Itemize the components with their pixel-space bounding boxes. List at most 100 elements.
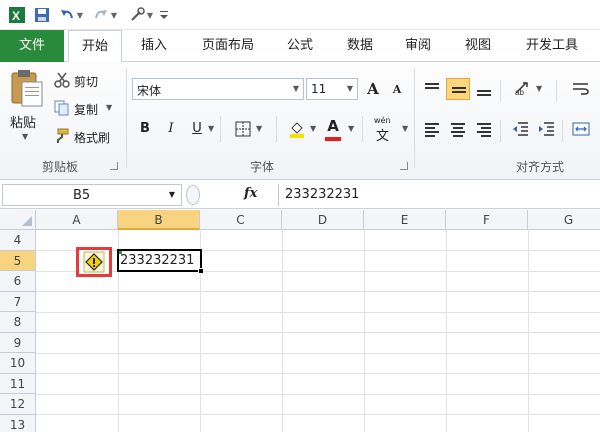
align-left-button[interactable] — [420, 118, 444, 140]
undo-icon — [60, 10, 73, 19]
wrap-text-button[interactable] — [570, 78, 592, 100]
gridline — [36, 414, 600, 415]
align-right-button[interactable] — [472, 118, 496, 140]
row-header-12[interactable]: 12 — [0, 394, 36, 415]
undo-button[interactable]: ▼ — [56, 4, 86, 26]
row-header-7[interactable]: 7 — [0, 291, 36, 312]
font-color-button[interactable]: A — [322, 115, 344, 141]
column-header-e[interactable]: E — [364, 210, 446, 230]
formula-bar-handle[interactable] — [186, 185, 200, 205]
formula-input[interactable]: 233232231 — [278, 184, 596, 206]
font-size-combo[interactable]: 11 ▼ — [306, 78, 358, 100]
row-header-9[interactable]: 9 — [0, 332, 36, 353]
tab-home[interactable]: 开始 — [68, 30, 122, 63]
increase-indent-button[interactable] — [536, 118, 558, 140]
chevron-down-icon: ▼ — [110, 10, 118, 20]
tab-formulas[interactable]: 公式 — [276, 30, 324, 62]
fill-bucket-icon — [290, 122, 304, 138]
align-bottom-button[interactable] — [472, 78, 496, 100]
insert-function-button[interactable]: fx — [244, 186, 257, 201]
cell-b5[interactable]: 233232231 — [117, 249, 202, 272]
tab-file[interactable]: 文件 — [0, 30, 64, 62]
bold-button[interactable]: B — [134, 118, 156, 140]
formula-value: 233232231 — [285, 187, 360, 202]
tab-insert[interactable]: 插入 — [130, 30, 178, 62]
column-header-b[interactable]: B — [118, 210, 200, 230]
chevron-down-icon: ▼ — [536, 84, 543, 93]
merge-center-icon — [572, 122, 590, 136]
copy-button[interactable]: 复制 ▼ — [54, 98, 124, 118]
grow-font-button[interactable]: A — [362, 78, 384, 100]
orientation-button[interactable]: ab — [512, 78, 534, 100]
divider — [276, 116, 277, 142]
copy-label: 复制 — [74, 103, 99, 117]
borders-icon — [235, 121, 251, 137]
phonetic-label: wén — [374, 116, 391, 125]
format-painter-icon — [57, 128, 69, 143]
row-header-4[interactable]: 4 — [0, 230, 36, 251]
chevron-down-icon: ▼ — [310, 124, 317, 133]
chevron-down-icon: ▼ — [208, 124, 215, 133]
row-header-10[interactable]: 10 — [0, 353, 36, 374]
gridline — [36, 352, 600, 354]
font-name-value: 宋体 — [137, 84, 162, 98]
decrease-indent-button[interactable] — [510, 118, 532, 140]
chevron-down-icon: ▼ — [402, 124, 409, 133]
align-middle-button[interactable] — [446, 78, 470, 100]
gridline — [36, 311, 600, 313]
increase-indent-icon — [539, 122, 554, 136]
select-all-corner[interactable] — [0, 210, 36, 230]
align-top-button[interactable] — [420, 78, 444, 100]
row-header-6[interactable]: 6 — [0, 271, 36, 292]
italic-button[interactable]: I — [160, 118, 182, 140]
fill-handle[interactable] — [198, 268, 204, 274]
paste-button[interactable]: 粘贴 ▼ — [6, 66, 48, 146]
column-header-f[interactable]: F — [446, 210, 528, 230]
fill-color-button[interactable] — [286, 118, 308, 140]
merge-center-button[interactable] — [570, 118, 592, 140]
gridline — [36, 373, 600, 374]
borders-button[interactable] — [232, 118, 254, 140]
chevron-down-icon: ▼ — [76, 10, 84, 20]
customize-icon[interactable] — [158, 4, 170, 26]
tools-icon — [131, 7, 145, 21]
tab-developer[interactable]: 开发工具 — [514, 30, 590, 62]
row-header-11[interactable]: 11 — [0, 373, 36, 394]
redo-button[interactable]: ▼ — [90, 4, 120, 26]
tools-button[interactable]: ▼ — [126, 4, 156, 26]
font-name-combo[interactable]: 宋体 ▼ — [132, 78, 304, 100]
format-painter-button[interactable]: 格式刷 — [54, 126, 124, 146]
tab-page-layout[interactable]: 页面布局 — [190, 30, 266, 62]
quick-access-toolbar: X ▼ ▼ ▼ — [0, 0, 600, 30]
tab-review[interactable]: 审阅 — [394, 30, 442, 62]
chevron-down-icon: ▼ — [346, 84, 353, 93]
divider — [500, 120, 501, 142]
font-launcher-icon[interactable] — [400, 162, 408, 170]
align-center-button[interactable] — [446, 118, 470, 140]
row-header-8[interactable]: 8 — [0, 312, 36, 333]
formula-bar: B5 ▼ fx 233232231 — [0, 181, 600, 209]
column-header-c[interactable]: C — [200, 210, 282, 230]
underline-button[interactable]: U — [186, 118, 208, 140]
column-header-g[interactable]: G — [528, 210, 600, 230]
error-check-button[interactable] — [76, 247, 112, 277]
save-icon[interactable] — [32, 4, 52, 26]
divider — [562, 120, 563, 142]
clipboard-launcher-icon[interactable] — [110, 162, 118, 170]
spreadsheet-grid[interactable]: A B C D E F G 4 5 6 7 8 9 10 11 12 13 23… — [0, 210, 600, 432]
row-header-5[interactable]: 5 — [0, 250, 36, 271]
column-header-d[interactable]: D — [282, 210, 364, 230]
shrink-font-button[interactable]: A — [386, 79, 408, 101]
phonetic-char: 文 — [376, 129, 390, 144]
alignment-group-label: 对齐方式 — [515, 160, 564, 174]
cut-button[interactable]: 剪切 — [54, 70, 124, 90]
phonetic-button[interactable]: wén 文 — [372, 116, 400, 144]
svg-text:ab: ab — [515, 88, 524, 97]
tab-data[interactable]: 数据 — [336, 30, 384, 62]
name-box[interactable]: B5 ▼ — [2, 184, 182, 206]
row-header-13[interactable]: 13 — [0, 414, 36, 432]
column-header-a[interactable]: A — [36, 210, 118, 230]
gridline — [364, 230, 365, 432]
tab-view[interactable]: 视图 — [454, 30, 502, 62]
svg-text:X: X — [12, 9, 20, 23]
